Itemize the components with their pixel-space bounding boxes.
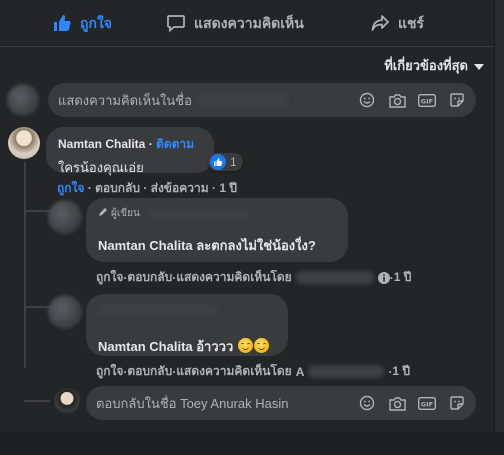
user-avatar: [7, 84, 39, 116]
author-badge-label: ผู้เขียน: [111, 208, 140, 219]
comment-meta: ถูกใจ · ตอบกลับ · ส่งข้อความ · 1 ปี: [57, 179, 237, 198]
comment-label: แสดงความคิดเห็น: [194, 15, 304, 31]
input-icons: GIF: [358, 91, 466, 109]
camera-icon[interactable]: [388, 394, 406, 412]
share-button[interactable]: แชร์: [370, 10, 424, 38]
reply-bubble: Namtan Chalita อ้าววว: [86, 294, 288, 356]
share-label: แชร์: [398, 15, 425, 31]
redacted-name: [308, 365, 385, 378]
commenter-avatar[interactable]: [8, 127, 40, 159]
comment-author-line: Namtan Chalita · ติดตาม: [58, 135, 202, 154]
reply-text: อ้าววว: [192, 339, 234, 354]
reply-text-line: Namtan Chalita อ้าววว: [98, 336, 276, 357]
reply-like-link[interactable]: ถูกใจ: [96, 362, 123, 381]
comment-reply-link[interactable]: ตอบกลับ: [95, 181, 140, 195]
thumbs-up-icon: [52, 13, 72, 36]
redacted-name: [197, 93, 288, 107]
gif-icon[interactable]: GIF: [418, 91, 436, 109]
reply-time[interactable]: 1 ปี: [392, 362, 410, 381]
bottom-strip: [0, 432, 504, 455]
reply-text-line: Namtan Chalita ละตกลงไม่ใช่น้องใ่ง?: [98, 235, 336, 256]
comment-input[interactable]: แสดงความคิดเห็นในชื่อ GIF: [48, 83, 476, 117]
comment-time[interactable]: 1 ปี: [219, 181, 237, 195]
sort-dropdown[interactable]: ที่เกี่ยวข้องที่สุด: [384, 55, 484, 76]
comment-bubble: Namtan Chalita · ติดตาม ใครน้องคุณเอ่ย: [46, 127, 214, 175]
camera-icon[interactable]: [388, 91, 406, 109]
comment-input-placeholder: แสดงความคิดเห็นในชื่อ: [58, 92, 192, 108]
reply-avatar[interactable]: [48, 200, 82, 234]
sticker-icon[interactable]: [448, 394, 466, 412]
smiling-emoji-icon: [237, 338, 253, 353]
comment-icon: [166, 13, 186, 36]
redacted-name: [98, 304, 218, 316]
redacted-name: [148, 208, 249, 219]
like-label: ถูกใจ: [80, 15, 112, 31]
mention-link[interactable]: Namtan Chalita: [98, 339, 193, 354]
smiling-emoji-icon: [253, 338, 269, 353]
info-icon[interactable]: [377, 271, 390, 284]
reaction-count[interactable]: 1: [208, 153, 243, 171]
pencil-icon: [98, 207, 108, 220]
comment-button[interactable]: แสดงความคิดเห็น: [166, 10, 304, 38]
reply-bubble: ผู้เขียน Namtan Chalita ละตกลงไม่ใช่น้อง…: [86, 198, 348, 262]
reply-reply-link[interactable]: ตอบกลับ: [127, 268, 172, 287]
smile-icon[interactable]: [358, 394, 376, 412]
sticker-icon[interactable]: [448, 91, 466, 109]
like-button[interactable]: ถูกใจ: [52, 10, 112, 38]
dot-separator: ·: [139, 181, 151, 195]
comment-author[interactable]: Namtan Chalita: [58, 137, 145, 151]
comment-text: ใครน้องคุณเอ่ย: [58, 160, 144, 175]
svg-text:GIF: GIF: [421, 400, 433, 408]
thread-branch: [24, 400, 50, 402]
current-user-avatar: [54, 388, 80, 414]
author-badge: ผู้เขียน: [98, 206, 336, 221]
commenter-initial: A: [295, 364, 305, 379]
dot-separator: ·: [208, 181, 220, 195]
commented-by-label: แสดงความคิดเห็นโดย: [176, 364, 292, 378]
follow-link[interactable]: ติดตาม: [156, 137, 194, 151]
dot-separator: ·: [145, 137, 157, 151]
reply-avatar[interactable]: [48, 295, 82, 329]
reply-reply-link[interactable]: ตอบกลับ: [127, 362, 172, 381]
reply-meta: ถูกใจ · ตอบกลับ · แสดงความคิดเห็นโดย A ·…: [96, 362, 410, 381]
comment-like-link[interactable]: ถูกใจ: [57, 181, 84, 195]
input-icons: GIF: [358, 394, 466, 412]
dot-separator: ·: [84, 181, 96, 195]
reply-input[interactable]: ตอบกลับในชื่อ Toey Anurak Hasin GIF: [86, 386, 476, 420]
share-icon: [370, 13, 390, 36]
reaction-number: 1: [230, 155, 237, 169]
caret-down-icon: [474, 58, 484, 73]
redacted-name: [295, 271, 374, 284]
gif-icon[interactable]: GIF: [418, 394, 436, 412]
svg-text:GIF: GIF: [421, 97, 433, 105]
commented-by-label: แสดงความคิดเห็นโดย: [176, 270, 292, 284]
reply-input-placeholder: ตอบกลับในชื่อ Toey Anurak Hasin: [96, 395, 289, 411]
thread-line: [24, 162, 26, 368]
sort-label: ที่เกี่ยวข้องที่สุด: [384, 58, 468, 73]
reply-like-link[interactable]: ถูกใจ: [96, 268, 123, 287]
mention-link[interactable]: Namtan Chalita: [98, 238, 193, 253]
reply-meta: ถูกใจ · ตอบกลับ · แสดงความคิดเห็นโดย · 1…: [96, 268, 411, 287]
like-reaction-icon: [210, 154, 226, 170]
reply-text: ละตกลงไม่ใช่น้องใ่ง?: [192, 238, 316, 253]
reply-time[interactable]: 1 ปี: [394, 268, 412, 287]
smile-icon[interactable]: [358, 91, 376, 109]
send-message-link[interactable]: ส่งข้อความ: [151, 181, 209, 195]
divider: [0, 46, 494, 47]
